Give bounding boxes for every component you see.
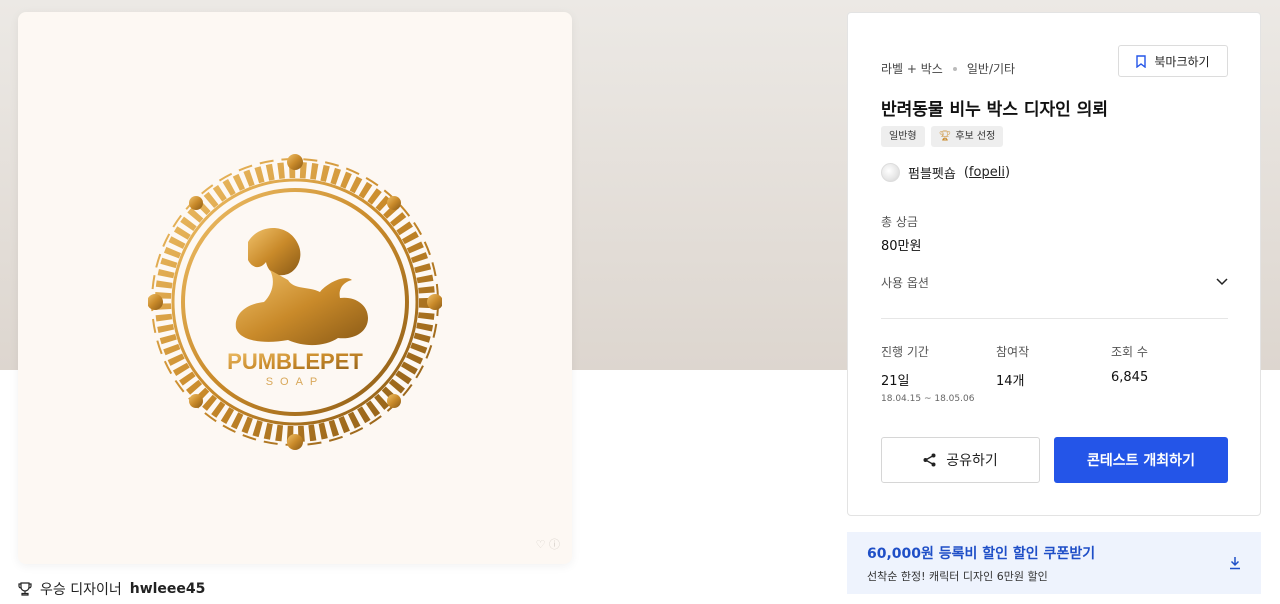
bookmark-icon — [1136, 54, 1147, 68]
winner-designer: 우승 디자이너 hwleee45 — [18, 578, 205, 600]
stat-duration-range: 18.04.15 ~ 18.05.06 — [881, 394, 975, 404]
coupon-subtitle: 선착순 한정! 캐릭터 디자인 6만원 할인 — [867, 569, 1048, 583]
stat-views-value: 6,845 — [1111, 370, 1149, 385]
contest-title: 반려동물 비누 박스 디자인 의뢰 — [881, 100, 1108, 120]
coupon-banner[interactable]: 60,000원 등록비 할인 할인 쿠폰받기 선착순 한정! 캐릭터 디자인 6… — [847, 532, 1261, 594]
logo-brand-name: PUMBLEPET — [227, 349, 363, 374]
winning-artwork[interactable]: PUMBLEPET SOAP ♡ ⓘ — [18, 12, 572, 564]
breadcrumb: 라벨 + 박스 일반/기타 — [881, 60, 1015, 77]
contest-info-panel: 라벨 + 박스 일반/기타 북마크하기 반려동물 비누 박스 디자인 의뢰 일반… — [847, 12, 1261, 516]
trophy-icon: 🏆︎ — [938, 131, 952, 142]
tag-type: 일반형 — [881, 126, 925, 147]
breadcrumb-separator — [952, 66, 957, 71]
avatar — [881, 163, 900, 182]
tag-shortlisted: 🏆︎ 후보 선정 — [930, 126, 1004, 147]
stat-entries-value: 14개 — [996, 374, 1025, 389]
contest-stats: 진행 기간 21일 18.04.15 ~ 18.05.06 참여작 14개 조회… — [881, 343, 1228, 404]
winner-designer-name[interactable]: hwleee45 — [130, 581, 206, 597]
bookmark-button[interactable]: 북마크하기 — [1118, 45, 1228, 77]
stat-views-label: 조회 수 — [1111, 345, 1148, 359]
logo-brand-sub: SOAP — [266, 376, 325, 388]
stat-duration: 진행 기간 21일 18.04.15 ~ 18.05.06 — [881, 343, 996, 404]
divider — [881, 318, 1228, 319]
share-icon — [923, 453, 936, 467]
contest-tags: 일반형 🏆︎ 후보 선정 — [881, 126, 1004, 147]
tag-type-label: 일반형 — [889, 131, 917, 142]
share-label: 공유하기 — [946, 453, 998, 469]
chevron-down-icon — [1216, 278, 1228, 286]
host-name: 펌블펫숍 — [908, 167, 956, 182]
trophy-icon — [18, 582, 32, 596]
prize-label: 총 상금 — [881, 215, 918, 229]
bookmark-label: 북마크하기 — [1154, 54, 1210, 69]
breadcrumb-subcategory[interactable]: 일반/기타 — [967, 60, 1015, 77]
coupon-text: 60,000원 등록비 할인 할인 쿠폰받기 선착순 한정! 캐릭터 디자인 6… — [867, 543, 1095, 584]
pumblepet-logo: PUMBLEPET SOAP — [148, 154, 442, 450]
host-contest-button[interactable]: 콘테스트 개최하기 — [1054, 437, 1228, 483]
tag-shortlisted-label: 후보 선정 — [955, 131, 996, 142]
stat-entries-label: 참여작 — [996, 345, 1030, 359]
stat-entries: 참여작 14개 — [996, 343, 1111, 404]
stat-duration-label: 진행 기간 — [881, 345, 929, 359]
prize-value: 80만원 — [881, 239, 922, 254]
share-button[interactable]: 공유하기 — [881, 437, 1040, 483]
usage-options-toggle[interactable]: 사용 옵션 — [881, 271, 1228, 293]
usage-options-label: 사용 옵션 — [881, 275, 929, 290]
coupon-title: 60,000원 등록비 할인 할인 쿠폰받기 — [867, 545, 1096, 562]
host-handle[interactable]: fopeli — [969, 165, 1005, 180]
stat-duration-value: 21일 — [881, 374, 910, 389]
stat-views: 조회 수 6,845 — [1111, 343, 1226, 404]
contest-host[interactable]: 펌블펫숍 (fopeli) — [881, 163, 1010, 182]
host-contest-label: 콘테스트 개최하기 — [1087, 453, 1195, 469]
download-icon[interactable] — [1229, 556, 1241, 570]
breadcrumb-category[interactable]: 라벨 + 박스 — [881, 60, 943, 77]
winner-label: 우승 디자이너 — [40, 582, 122, 598]
watermark-icon: ♡ ⓘ — [535, 538, 560, 551]
